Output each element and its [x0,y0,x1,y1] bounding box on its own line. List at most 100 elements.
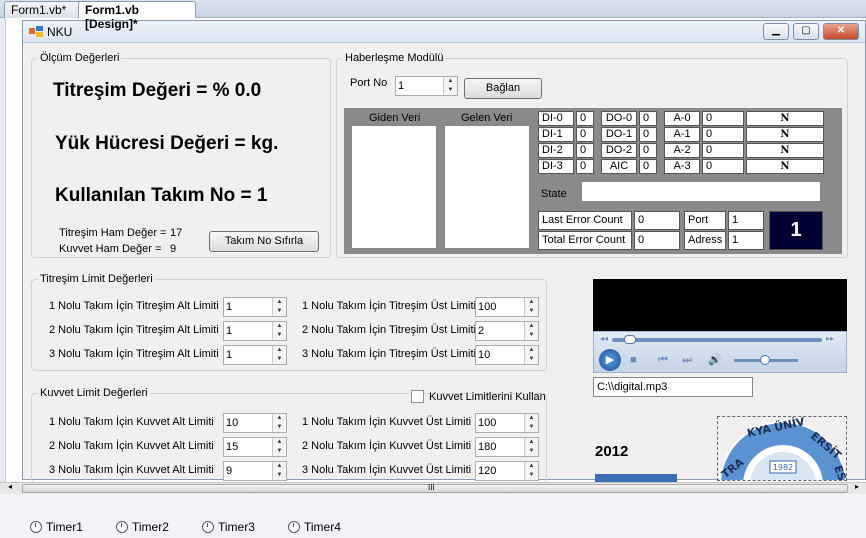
adress-value: 1 [728,231,764,250]
a-status: N [746,111,824,126]
spinner-icon[interactable]: ▲ ▼ [272,438,286,456]
fast-forward-icon[interactable]: ▸▸ [826,334,834,343]
maximize-button[interactable]: ▢ [793,23,819,40]
alt-limit-input[interactable] [226,300,268,314]
spinner-icon[interactable]: ▲ ▼ [524,346,538,364]
last-error-value: 0 [634,211,680,230]
timer1-component[interactable]: Timer1 [30,520,83,534]
spinner-icon[interactable]: ▲ ▼ [443,77,457,95]
ust-limit-stepper[interactable]: ▲▼ [475,461,539,481]
spinner-icon[interactable]: ▲ ▼ [524,298,538,316]
di-label: DI-3 [538,159,574,174]
di-label: DI-2 [538,143,574,158]
spinner-icon[interactable]: ▲ ▼ [272,414,286,432]
takim-sifirla-button[interactable]: Takım No Sıfırla [209,231,319,252]
form-window[interactable]: NKU ▁ ▢ ✕ Ölçüm Değerleri Titreşim Değer… [22,20,866,482]
connect-button[interactable]: Bağlan [464,78,542,99]
scroll-thumb[interactable]: III [22,483,848,493]
ust-limit-stepper[interactable]: ▲▼ [475,413,539,433]
ust-limit-stepper[interactable]: ▲▼ [475,297,539,317]
alt-limit-label: 1 Nolu Takım İçin Kuvvet Alt Limiti [49,416,214,428]
video-area[interactable] [593,279,847,331]
alt-limit-stepper[interactable]: ▲▼ [223,413,287,433]
ust-limit-input[interactable] [478,324,520,338]
takim-no-label: Kullanılan Takım No = 1 [55,185,268,206]
titresim-ham-value: 17 [170,227,183,239]
form-title: NKU [47,25,73,39]
horizontal-scrollbar[interactable]: ◂ III ▸ [0,482,866,494]
alt-limit-input[interactable] [226,348,268,362]
gelen-veri-list[interactable] [444,125,530,249]
ust-limit-stepper[interactable]: ▲▼ [475,321,539,341]
state-field[interactable] [581,181,821,202]
alt-limit-stepper[interactable]: ▲▼ [223,321,287,341]
adress-label: Adress [684,231,726,250]
next-icon[interactable]: ⏭ [682,354,692,367]
alt-limit-input[interactable] [226,464,268,478]
volume-handle[interactable] [760,355,770,365]
timer-icon [202,521,214,533]
alt-limit-stepper[interactable]: ▲▼ [223,297,287,317]
spinner-icon[interactable]: ▲ ▼ [272,322,286,340]
previous-icon[interactable]: ⏮ [658,354,668,367]
do-value: 0 [639,127,657,142]
timer3-label: Timer3 [218,520,255,534]
media-file-field[interactable]: C:\\digital.mp3 [593,377,753,397]
port-no-input[interactable] [398,79,439,93]
ust-limit-input[interactable] [478,416,520,430]
stop-icon[interactable]: ■ [630,354,637,366]
spinner-icon[interactable]: ▲ ▼ [524,462,538,480]
a-value: 0 [702,143,744,158]
spinner-icon[interactable]: ▲ ▼ [524,414,538,432]
volume-icon[interactable]: 🔊 [708,353,722,366]
timer3-component[interactable]: Timer3 [202,520,255,534]
timer2-label: Timer2 [132,520,169,534]
play-button-icon[interactable]: ▶ [599,349,621,371]
spinner-icon[interactable]: ▲ ▼ [524,322,538,340]
seek-bar[interactable] [612,338,822,342]
ust-limit-input[interactable] [478,464,520,478]
di-value: 0 [576,143,594,158]
giden-veri-list[interactable] [351,125,437,249]
alt-limit-input[interactable] [226,416,268,430]
alt-limit-stepper[interactable]: ▲▼ [223,345,287,365]
ust-limit-stepper[interactable]: ▲▼ [475,437,539,457]
alt-limit-stepper[interactable]: ▲▼ [223,461,287,481]
tab-form1-design[interactable]: Form1.vb [Design]* [78,1,196,31]
a-value: 0 [702,159,744,174]
spinner-icon[interactable]: ▲ ▼ [272,462,286,480]
tab-form1-code[interactable]: Form1.vb* [4,1,84,18]
kuvvet-limit-checkbox[interactable] [411,390,424,403]
minimize-button[interactable]: ▁ [763,23,789,40]
total-error-value: 0 [634,231,680,250]
university-logo: 1982 TRA KYA ÜNİV ERSİT ESİ [719,417,846,480]
ust-limit-label: 2 Nolu Takım İçin Kuvvet Üst Limiti [302,440,472,452]
ust-limit-input[interactable] [478,440,520,454]
scroll-left-icon[interactable]: ◂ [8,482,12,491]
spinner-icon[interactable]: ▲ ▼ [272,346,286,364]
alt-limit-input[interactable] [226,440,268,454]
timer4-component[interactable]: Timer4 [288,520,341,534]
address-display: 1 [769,211,823,250]
alt-limit-label: 3 Nolu Takım İçin Titreşim Alt Limiti [49,348,219,360]
port-label: Port [684,211,726,230]
spinner-icon[interactable]: ▲ ▼ [524,438,538,456]
year-label: 2012 [595,443,629,460]
port-no-stepper[interactable]: ▲▼ [395,76,458,96]
alt-limit-stepper[interactable]: ▲▼ [223,437,287,457]
rewind-icon[interactable]: ◂◂ [600,334,608,343]
kuvvet-limit-checkbox-label[interactable]: Kuvvet Limitlerini Kullan [429,391,546,403]
scroll-right-icon[interactable]: ▸ [855,482,859,491]
timer2-component[interactable]: Timer2 [116,520,169,534]
a-label: A-0 [664,111,700,126]
alt-limit-input[interactable] [226,324,268,338]
ust-limit-input[interactable] [478,348,520,362]
seek-handle[interactable] [624,335,636,344]
designer-surface: NKU ▁ ▢ ✕ Ölçüm Değerleri Titreşim Değer… [0,18,866,482]
spinner-icon[interactable]: ▲ ▼ [272,298,286,316]
close-button[interactable]: ✕ [823,23,859,40]
ust-limit-stepper[interactable]: ▲▼ [475,345,539,365]
do-value: 0 [639,111,657,126]
ust-limit-input[interactable] [478,300,520,314]
a-label: A-2 [664,143,700,158]
